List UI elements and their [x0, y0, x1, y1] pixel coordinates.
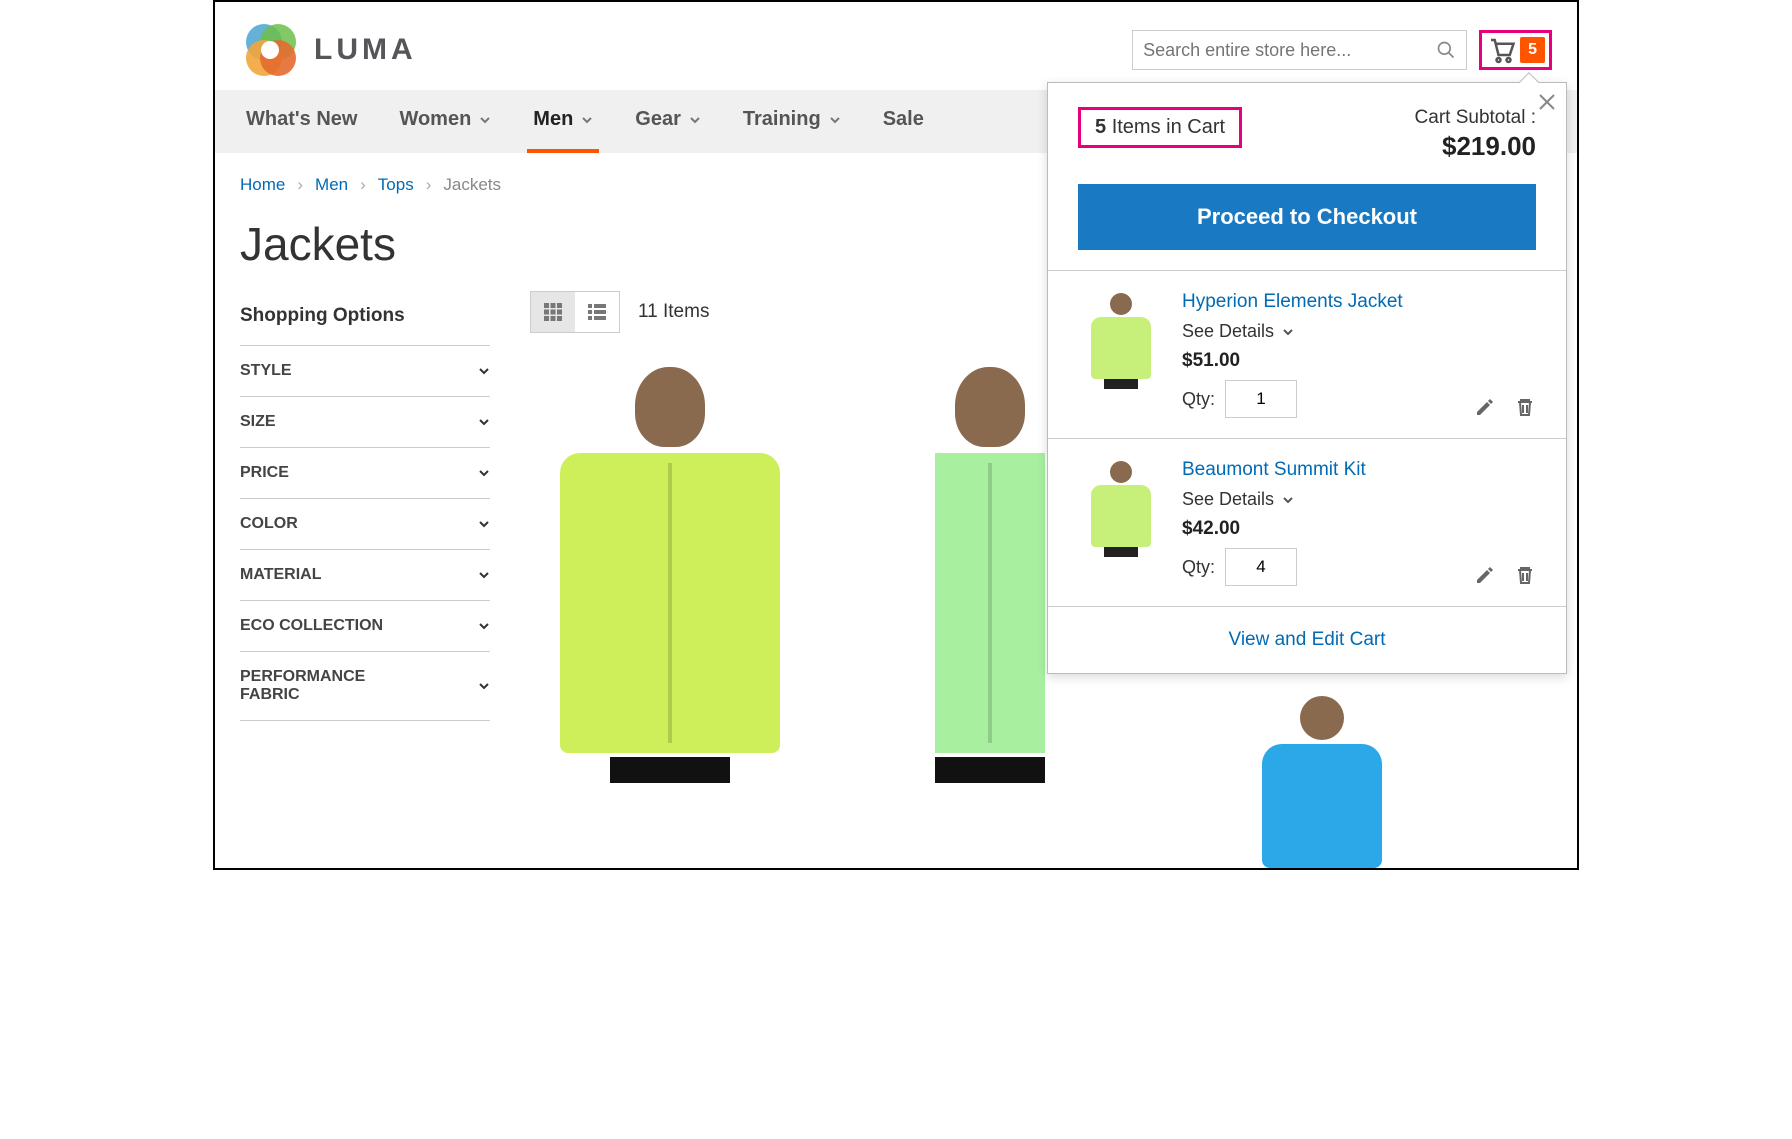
nav-women[interactable]: Women: [393, 90, 497, 153]
chevron-right-icon: ›: [426, 175, 432, 195]
grid-view-button[interactable]: [531, 292, 575, 332]
qty-input[interactable]: [1225, 548, 1297, 586]
shopping-options-title: Shopping Options: [240, 291, 490, 346]
breadcrumb-current: Jackets: [443, 175, 501, 195]
pencil-icon: [1474, 396, 1496, 418]
cart-subtotal: Cart Subtotal : $219.00: [1415, 107, 1536, 162]
filter-style[interactable]: STYLE: [240, 346, 490, 397]
chevron-down-icon: [478, 620, 490, 632]
search-input[interactable]: [1143, 40, 1436, 61]
cart-icon: [1486, 35, 1516, 65]
minicart-item-name[interactable]: Beaumont Summit Kit: [1182, 459, 1536, 481]
view-edit-cart-link[interactable]: View and Edit Cart: [1228, 629, 1385, 650]
minicart-item-name[interactable]: Hyperion Elements Jacket: [1182, 291, 1536, 313]
cart-count-badge: 5: [1520, 37, 1545, 63]
nav-training[interactable]: Training: [737, 90, 847, 153]
qty-label: Qty:: [1182, 557, 1215, 578]
grid-icon: [543, 302, 563, 322]
cart-items-count: 5 Items in Cart: [1078, 107, 1242, 148]
trash-icon: [1514, 564, 1536, 586]
nav-gear[interactable]: Gear: [629, 90, 707, 153]
filter-price[interactable]: PRICE: [240, 448, 490, 499]
nav-whats-new[interactable]: What's New: [240, 90, 363, 153]
qty-input[interactable]: [1225, 380, 1297, 418]
see-details-toggle[interactable]: See Details: [1182, 321, 1536, 342]
logo[interactable]: LUMA: [240, 20, 417, 80]
filter-eco-collection[interactable]: ECO COLLECTION: [240, 601, 490, 652]
minicart: 5 Items in Cart Cart Subtotal : $219.00 …: [1047, 82, 1567, 674]
pencil-icon: [1474, 564, 1496, 586]
nav-sale[interactable]: Sale: [877, 90, 930, 153]
item-count: 11 Items: [638, 301, 709, 323]
breadcrumb-men[interactable]: Men: [315, 175, 348, 195]
minicart-footer: View and Edit Cart: [1048, 606, 1566, 673]
see-details-toggle[interactable]: See Details: [1182, 489, 1536, 510]
remove-item-button[interactable]: [1514, 564, 1536, 586]
minicart-item-price: $42.00: [1182, 518, 1536, 540]
brand-name: LUMA: [314, 33, 417, 67]
list-view-button[interactable]: [575, 292, 619, 332]
chevron-down-icon: [478, 680, 490, 692]
chevron-down-icon: [479, 114, 491, 126]
search-box[interactable]: [1132, 30, 1467, 70]
minicart-item-price: $51.00: [1182, 350, 1536, 372]
chevron-down-icon: [478, 569, 490, 581]
filter-material[interactable]: MATERIAL: [240, 550, 490, 601]
cart-button[interactable]: 5: [1479, 30, 1552, 70]
chevron-down-icon: [478, 416, 490, 428]
chevron-right-icon: ›: [297, 175, 303, 195]
minicart-item-image[interactable]: [1078, 291, 1164, 391]
breadcrumb-home[interactable]: Home: [240, 175, 285, 195]
sidebar: Shopping Options STYLE SIZE PRICE COLOR …: [240, 291, 490, 783]
filter-color[interactable]: COLOR: [240, 499, 490, 550]
nav-men[interactable]: Men: [527, 90, 599, 153]
product-image[interactable]: [1252, 696, 1392, 868]
chevron-down-icon: [581, 114, 593, 126]
header: LUMA 5: [215, 2, 1577, 90]
subtotal-amount: $219.00: [1415, 131, 1536, 162]
minicart-item-image[interactable]: [1078, 459, 1164, 559]
search-icon[interactable]: [1436, 40, 1456, 60]
chevron-down-icon: [1282, 326, 1294, 338]
chevron-down-icon: [1282, 494, 1294, 506]
close-icon: [1538, 93, 1556, 111]
chevron-down-icon: [478, 365, 490, 377]
filter-performance-fabric[interactable]: PERFORMANCE FABRIC: [240, 652, 490, 721]
chevron-down-icon: [478, 467, 490, 479]
breadcrumb-tops[interactable]: Tops: [378, 175, 414, 195]
edit-item-button[interactable]: [1474, 396, 1496, 418]
trash-icon: [1514, 396, 1536, 418]
remove-item-button[interactable]: [1514, 396, 1536, 418]
edit-item-button[interactable]: [1474, 564, 1496, 586]
close-minicart-button[interactable]: [1538, 91, 1556, 117]
chevron-right-icon: ›: [360, 175, 366, 195]
product-image[interactable]: [530, 363, 810, 783]
qty-label: Qty:: [1182, 389, 1215, 410]
chevron-down-icon: [689, 114, 701, 126]
chevron-down-icon: [478, 518, 490, 530]
chevron-down-icon: [829, 114, 841, 126]
minicart-item: Beaumont Summit Kit See Details $42.00 Q…: [1048, 439, 1566, 606]
filter-size[interactable]: SIZE: [240, 397, 490, 448]
minicart-item: Hyperion Elements Jacket See Details $51…: [1048, 271, 1566, 439]
logo-mark-icon: [240, 20, 300, 80]
proceed-to-checkout-button[interactable]: Proceed to Checkout: [1078, 184, 1536, 250]
view-switch: [530, 291, 620, 333]
list-icon: [587, 302, 607, 322]
